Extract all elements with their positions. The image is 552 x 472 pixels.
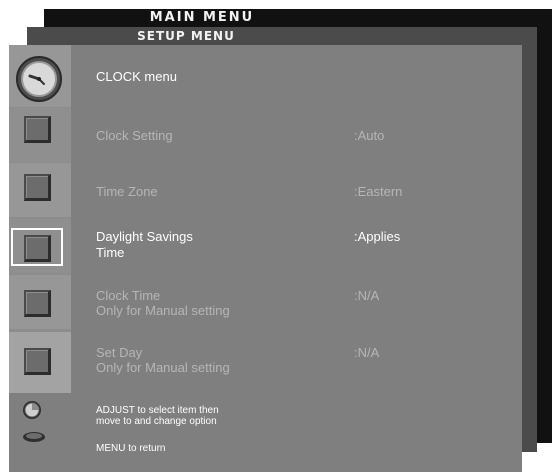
set-day-label-line1: Set Day: [96, 345, 143, 360]
clock-setting-label: Clock Setting: [96, 128, 173, 143]
set-day-value: :N/A: [354, 345, 380, 360]
clock-time-label-line2: Only for Manual setting: [96, 303, 230, 318]
clock-menu-title: CLOCK menu: [96, 69, 177, 84]
setup-menu-title: SETUP MENU: [137, 29, 235, 43]
clock-icon: [16, 56, 62, 102]
menu-help: MENU to return: [96, 443, 166, 454]
clock-time-label-line1: Clock Time: [96, 288, 161, 303]
adjust-help-line1: ADJUST to select item then: [96, 405, 219, 416]
menu-button-icon: [23, 432, 45, 442]
adjust-help-line2: move to and change option: [96, 416, 217, 427]
clock-menu-panel: CLOCK menu Clock Setting :Auto Time Zone…: [9, 45, 522, 472]
clock-setting-value: :Auto: [354, 128, 385, 143]
daylight-savings-label-line1: Daylight Savings: [96, 229, 193, 244]
daylight-savings-value: :Applies: [354, 229, 401, 244]
clock-time-value: :N/A: [354, 288, 380, 303]
adjust-knob-icon: [23, 401, 41, 419]
daylight-savings-label-line2: Time: [96, 245, 125, 260]
clock-time-item-icon: [24, 290, 51, 317]
clock-setting-item-icon: [24, 116, 51, 143]
main-menu-title: MAIN MENU: [149, 10, 255, 25]
set-day-label-line2: Only for Manual setting: [96, 360, 230, 375]
time-zone-value: :Eastern: [354, 184, 403, 199]
time-zone-label: Time Zone: [96, 184, 158, 199]
daylight-savings-item-icon: [24, 235, 51, 262]
time-zone-item-icon: [24, 174, 51, 201]
set-day-item-icon: [24, 348, 51, 375]
